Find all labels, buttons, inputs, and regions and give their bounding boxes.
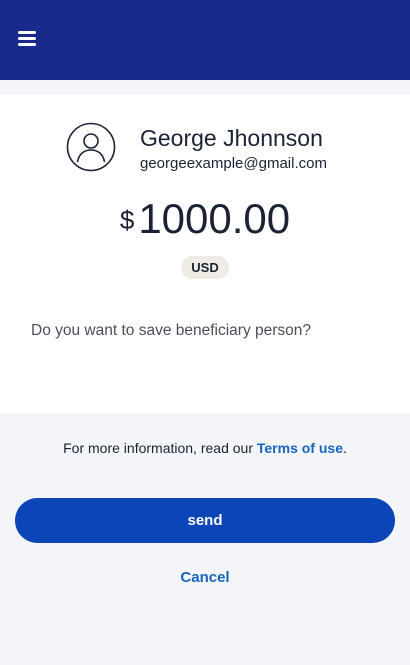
cancel-button[interactable]: Cancel — [0, 569, 410, 586]
amount-display: $1000.00 — [0, 195, 410, 243]
info-suffix: . — [342, 440, 347, 456]
beneficiary-email: georgeexample@gmail.com — [140, 155, 327, 172]
hamburger-menu-icon[interactable] — [16, 28, 38, 48]
currency-symbol: $ — [119, 205, 135, 235]
save-beneficiary-question: Do you want to save beneficiary person? — [31, 322, 312, 339]
currency-badge: USD — [181, 256, 229, 279]
send-button[interactable]: send — [15, 498, 395, 543]
terms-info-text: For more information, read our Terms of … — [0, 440, 410, 456]
top-app-bar — [0, 0, 410, 80]
terms-of-use-link[interactable]: Terms of use — [257, 440, 343, 456]
transfer-amount: 1000.00 — [138, 195, 291, 242]
user-circle-icon — [66, 122, 116, 172]
beneficiary-card: George Jhonnson georgeexample@gmail.com … — [0, 95, 410, 413]
beneficiary-name: George Jhonnson — [140, 125, 323, 151]
info-text: For more information, read our — [63, 440, 257, 456]
